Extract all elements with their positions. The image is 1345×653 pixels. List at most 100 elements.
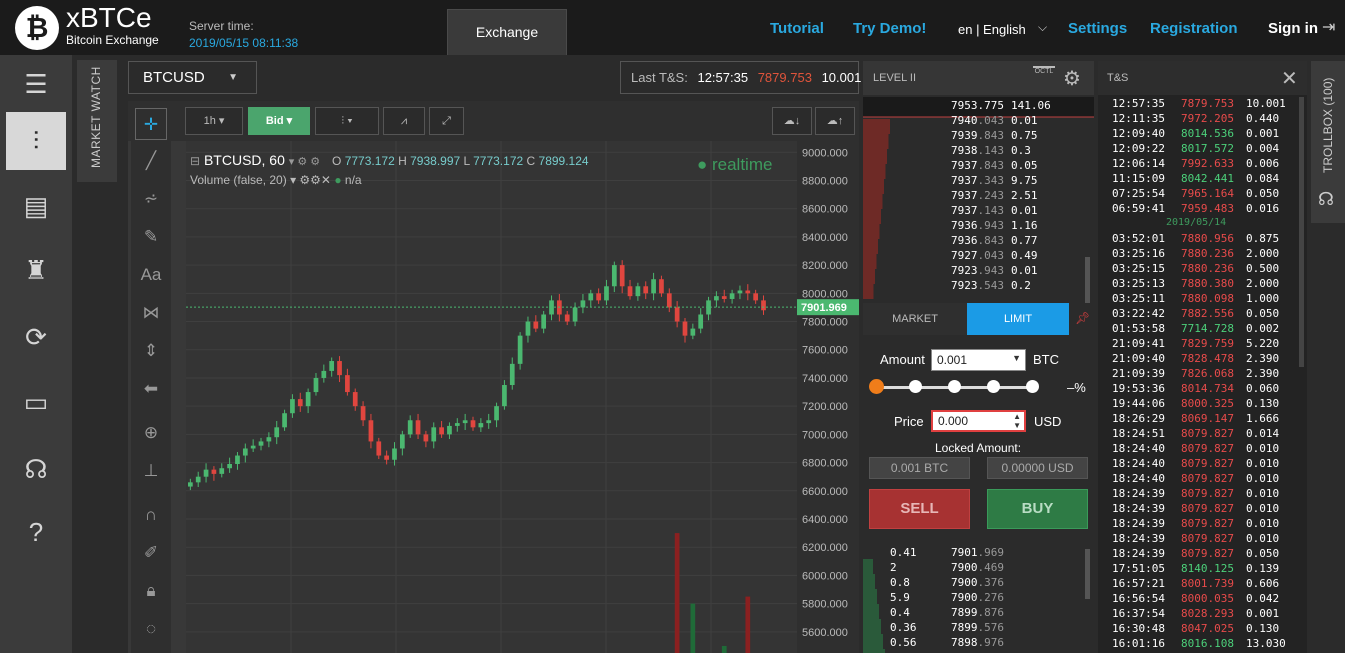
brush-icon[interactable]: ✎ [135,221,167,253]
sign-in-link[interactable]: Sign in [1268,20,1318,37]
ts-time: 03:52:01 [1112,232,1165,245]
ask-price-frac: .043 [977,114,1005,127]
collapse-icon[interactable]: ⊟ [190,154,200,168]
price-tick-label: 8000.000 [802,288,848,300]
settings-icon[interactable]: ▾ ⚙⚙✕ [290,173,334,187]
gear-icon[interactable]: ⚙ [1063,66,1081,91]
ts-qty: 0.042 [1246,592,1280,605]
price-label: Price [894,414,924,429]
ts-time: 12:09:22 [1112,142,1165,155]
tab-limit[interactable]: LIMIT [967,303,1069,335]
slider-stop[interactable] [1026,380,1039,393]
bid-row: 0.36 7899.576 [863,621,1089,636]
candle-style-icon[interactable]: ⫶ ▾ [315,107,379,135]
slider-stop[interactable] [948,380,961,393]
bid-qty: 5.9 [890,591,910,604]
bid-price-int: 7900 [951,576,978,589]
magnet-icon[interactable]: ∩ [135,499,167,531]
ts-price: 8140.125 [1181,562,1234,575]
indicators-icon[interactable]: ⩘ [383,107,425,135]
lock-drawings-icon[interactable]: ✐ [135,537,167,569]
ask-qty: 0.01 [1011,204,1038,217]
bid-price-int: 7900 [951,561,978,574]
ts-qty: 2.000 [1246,247,1280,260]
ask-row: 7937.143 0.01 [863,204,1089,219]
price-input[interactable]: 0.000 ▲ ▼ [931,410,1026,432]
tv-icon[interactable]: ▭ [6,373,66,431]
buy-button[interactable]: BUY [987,489,1088,529]
price-axis-labels: 9000.000 8800.000 8600.000 8400.000 8200.000… [797,147,859,639]
market-watch-toggle[interactable]: MARKET WATCH [77,60,117,182]
settings-icon[interactable]: ▾ ⚙ ⚙ [289,156,320,168]
close-icon[interactable]: ✕ [1281,66,1298,91]
candle-body [313,377,319,393]
interval-select[interactable]: 1h ▾ [185,107,243,135]
ts-row: 01:53:58 7714.728 0.002 [1112,322,1302,337]
help-icon[interactable]: ? [6,503,66,561]
candle-body [329,361,335,371]
sign-in-icon[interactable]: ⇥ [1322,17,1335,37]
brand-name[interactable]: xBTCe [66,2,152,34]
measure-icon[interactable]: ⇕ [135,335,167,367]
cloud-download-icon[interactable]: ☁↓ [772,107,812,135]
ask-row: 7936.943 1.16 [863,219,1089,234]
bitcoin-logo-icon[interactable]: ₿ [15,6,59,50]
candle-body [494,406,499,421]
volume-bar [690,603,696,653]
candlestick-chart[interactable] [186,141,797,653]
pitchfork-icon[interactable]: ⩫ [135,183,167,215]
refresh-icon[interactable]: ⟳ [6,308,66,366]
trendline-icon[interactable]: ╱ [135,145,167,177]
symbol-select[interactable]: BTCUSD ▼ [128,61,257,94]
robot-icon[interactable]: ♜ [6,241,66,299]
amount-input[interactable]: 0.001 ▼ [931,349,1026,371]
ts-row: 18:24:39 8079.827 0.010 [1112,487,1302,502]
candle-body [509,363,515,386]
trading-icon[interactable]: ⫶ [6,112,66,170]
candle-body [580,300,586,308]
bid-ask-select[interactable]: Bid ▾ [248,107,310,135]
registration-link[interactable]: Registration [1150,20,1238,37]
candle-body [399,434,405,449]
headset-icon[interactable]: ☊ [6,440,66,498]
ts-time: 16:37:54 [1112,607,1165,620]
headphones-icon[interactable]: ☊ [1318,189,1334,210]
sell-button[interactable]: SELL [869,489,970,529]
ruler-icon[interactable]: ⊥ [135,455,167,487]
try-demo-link[interactable]: Try Demo! [853,20,926,37]
fullscreen-icon[interactable]: ⤢ [429,107,464,135]
ts-date-separator: 2019/05/14 [1166,217,1227,228]
amount-label: Amount [880,352,925,367]
tutorial-link[interactable]: Tutorial [770,20,824,37]
arrow-left-icon[interactable]: ⬅ [135,373,167,405]
ts-row: 03:25:13 7880.380 2.000 [1112,277,1302,292]
price-tick-label: 5800.000 [802,599,848,611]
amount-slider-handle[interactable] [869,379,884,394]
ts-qty: 0.010 [1246,517,1280,530]
cloud-upload-icon[interactable]: ☁↑ [815,107,855,135]
ask-price-int: 7937 [951,204,978,217]
ask-qty: 0.49 [1011,249,1038,262]
menu-icon[interactable]: ☰ [6,55,66,113]
orders-icon[interactable]: ▤ [6,177,66,235]
lock-icon[interactable]: 🔒︎ [135,575,167,607]
octl-icon[interactable]: OCTL [1033,66,1055,88]
tab-market[interactable]: MARKET [863,303,967,335]
tab-exchange[interactable]: Exchange [447,9,567,55]
slider-stop[interactable] [987,380,1000,393]
candle-body [745,290,751,294]
eye-hide-icon[interactable]: ◌ [135,613,167,645]
chevron-down-icon[interactable]: ⌵ [1038,20,1047,35]
zoom-in-icon[interactable]: ⊕ [135,417,167,449]
chart-title: BTCUSD, 60 [203,152,285,168]
pin-icon[interactable]: 📌︎ [1075,311,1090,325]
crosshair-icon[interactable]: ✛ [135,108,167,140]
pattern-icon[interactable]: ⋈ [135,297,167,329]
stepper-icon[interactable]: ▲ ▼ [1013,412,1021,430]
language-select[interactable]: en | English [958,22,1026,37]
ask-row: 7937.343 9.75 [863,174,1089,189]
slider-stop[interactable] [909,380,922,393]
settings-link[interactable]: Settings [1068,20,1127,37]
ts-time: 07:25:54 [1112,187,1165,200]
text-tool-icon[interactable]: Aa [135,259,167,291]
